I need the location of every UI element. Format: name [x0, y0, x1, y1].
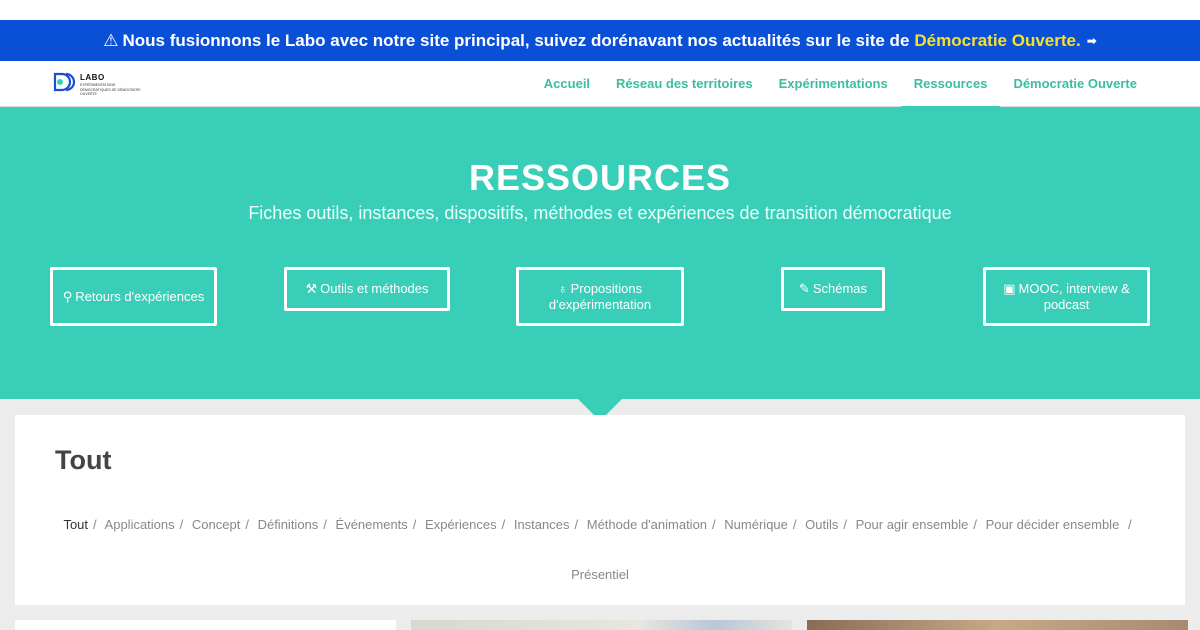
- nav-democratie-ouverte[interactable]: Démocratie Ouverte: [1000, 61, 1150, 107]
- filter-definitions[interactable]: Définitions: [258, 517, 319, 532]
- warning-icon: ⚠: [103, 30, 119, 50]
- page-title: RESSOURCES: [468, 157, 732, 198]
- map-marker-icon: ⚲: [62, 288, 73, 304]
- filter-pour-agir-ensemble[interactable]: Pour agir ensemble: [856, 517, 969, 532]
- filter-list: Tout / Applications / Concept / Définitions…: [55, 500, 1145, 600]
- resource-card-thumbnail[interactable]: [411, 620, 792, 630]
- ticket-icon: ▣: [1003, 280, 1016, 296]
- filter-concept[interactable]: Concept: [192, 517, 240, 532]
- filter-separator: /: [1127, 517, 1132, 532]
- nav-ressources[interactable]: Ressources: [900, 61, 1001, 108]
- category-label: Retours d'expériences: [75, 288, 205, 304]
- category-button-mooc[interactable]: ▣ MOOC, interview & podcast: [983, 267, 1150, 326]
- filter-separator: /: [179, 517, 184, 532]
- resource-card-thumbnail[interactable]: [807, 620, 1188, 630]
- filter-separator: /: [323, 517, 327, 532]
- logo-title: LABO: [80, 73, 105, 82]
- filter-applications[interactable]: Applications: [105, 517, 175, 532]
- filter-separator: /: [412, 517, 417, 532]
- filter-card: Tout Tout / Applications / Concept / Défini…: [15, 415, 1185, 605]
- hero-section: RESSOURCES Fiches outils, instances, dis…: [0, 107, 1200, 399]
- main-menu: Accueil Réseau des territoires Expérimen…: [531, 61, 1150, 108]
- nav-reseau-territoires[interactable]: Réseau des territoires: [603, 61, 766, 107]
- logo-subtitle: EXPÉRIMENTATIONS DÉMOCRATIQUES DE DÉMOCR…: [80, 83, 141, 96]
- category-button-propositions[interactable]: ♁ Propositions d'expérimentation: [516, 267, 684, 326]
- banner-text: Nous fusionnons le Labo avec notre site …: [122, 30, 910, 50]
- filter-section-title: Tout: [55, 445, 112, 475]
- category-button-retours[interactable]: ⚲ Retours d'expériences: [50, 267, 217, 326]
- navbar: LABO EXPÉRIMENTATIONS DÉMOCRATIQUES DE D…: [0, 61, 1200, 108]
- top-spacer: [0, 0, 1200, 20]
- category-label: Outils et méthodes: [320, 281, 429, 296]
- page-subtitle: Fiches outils, instances, dispositifs, m…: [248, 203, 952, 223]
- category-label: MOOC, interview & podcast: [1018, 280, 1130, 312]
- filter-separator: /: [245, 517, 249, 532]
- filter-numerique[interactable]: Numérique: [724, 517, 788, 532]
- lightbulb-icon: ♁: [557, 280, 568, 296]
- tools-icon: ⚒: [305, 281, 318, 296]
- filter-outils[interactable]: Outils: [805, 517, 838, 532]
- filter-pour-decider-ensemble[interactable]: Pour décider ensemble: [986, 517, 1120, 532]
- filter-separator: /: [574, 517, 579, 532]
- filter-separator: /: [93, 517, 97, 532]
- filter-separator: /: [843, 517, 847, 532]
- resource-card-thumbnail[interactable]: [15, 620, 396, 630]
- nav-accueil[interactable]: Accueil: [531, 61, 603, 107]
- site-logo[interactable]: LABO EXPÉRIMENTATIONS DÉMOCRATIQUES DE D…: [53, 71, 145, 97]
- arrow-right-icon: ➡: [1086, 33, 1097, 48]
- filter-separator: /: [712, 517, 716, 532]
- category-button-schemas[interactable]: ✎ Schémas: [781, 267, 885, 311]
- nav-experimentations[interactable]: Expérimentations: [766, 61, 901, 107]
- pen-icon: ✎: [798, 281, 810, 296]
- logo-mark-icon: [53, 72, 76, 92]
- category-label: Schémas: [812, 281, 868, 296]
- filter-evenements[interactable]: Événements: [336, 517, 408, 532]
- filter-presentiel[interactable]: Présentiel: [571, 567, 629, 582]
- filter-separator: /: [973, 517, 977, 532]
- banner-link[interactable]: Démocratie Ouverte.: [914, 31, 1080, 51]
- filter-instances[interactable]: Instances: [514, 517, 570, 532]
- filter-experiences[interactable]: Expériences: [425, 517, 497, 532]
- category-button-outils[interactable]: ⚒ Outils et méthodes: [284, 267, 450, 311]
- announcement-banner: ⚠ Nous fusionnons le Labo avec notre sit…: [0, 20, 1200, 61]
- filter-tout[interactable]: Tout: [63, 517, 88, 532]
- filter-separator: /: [501, 517, 506, 532]
- filter-separator: /: [792, 517, 797, 532]
- filter-methode-animation[interactable]: Méthode d'animation: [587, 517, 707, 532]
